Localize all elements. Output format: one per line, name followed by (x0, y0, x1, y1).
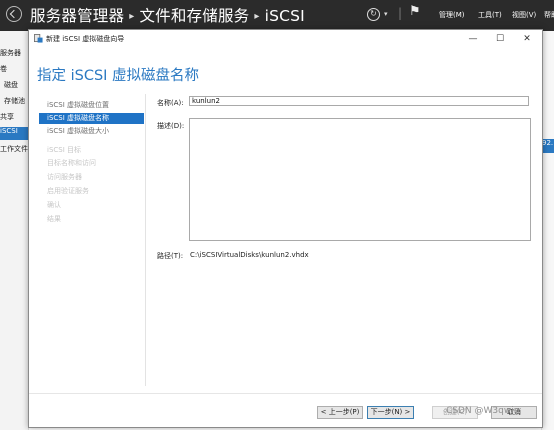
new-iscsi-virtual-disk-wizard: 新建 iSCSI 虚拟磁盘向导 — ☐ ✕ 指定 iSCSI 虚拟磁盘名称 iS… (28, 29, 543, 428)
nav-step-disk-size[interactable]: iSCSI 虚拟磁盘大小 (39, 126, 144, 137)
server-manager-header: 服务器管理器 ▸ 文件和存储服务 ▸ iSCSI ↻ ▾ | ⚑ 管理(M) 工具(T)… (0, 0, 554, 31)
back-arrow-icon[interactable] (6, 6, 22, 22)
name-input[interactable] (189, 96, 529, 106)
breadcrumb-file-storage[interactable]: 文件和存储服务 (139, 7, 249, 25)
close-icon[interactable]: ✕ (515, 31, 539, 47)
nav-step-confirmation: 确认 (47, 201, 61, 209)
menu-view[interactable]: 视图(V) (512, 10, 536, 20)
page-title: 指定 iSCSI 虚拟磁盘名称 (37, 68, 200, 84)
description-textarea[interactable] (189, 118, 531, 241)
menu-tools[interactable]: 工具(T) (478, 10, 502, 20)
nav-step-enable-authentication: 启用验证服务 (47, 187, 89, 195)
sidebar-item-volumes[interactable]: 卷 (0, 64, 28, 76)
watermark: CSDN @W3qwin (446, 406, 520, 416)
description-label: 描述(D): (157, 122, 185, 130)
next-button[interactable]: 下一步(N) > (367, 406, 414, 419)
window-title: 新建 iSCSI 虚拟磁盘向导 (46, 35, 125, 43)
wizard-app-icon (34, 34, 43, 43)
nav-step-results: 结果 (47, 215, 61, 223)
server-manager-sidebar: 服务器 卷 磁盘 存储池 共享 iSCSI 工作文件夹 (0, 31, 29, 430)
menu-manage[interactable]: 管理(M) (439, 10, 465, 20)
breadcrumb-separator-icon: ▸ (254, 11, 260, 22)
path-value: C:\iSCSIVirtualDisks\kunlun2.vhdx (190, 251, 309, 259)
chevron-down-icon[interactable]: ▾ (384, 10, 388, 18)
previous-button[interactable]: < 上一步(P) (317, 406, 363, 419)
sidebar-item-iscsi[interactable]: iSCSI (0, 127, 28, 140)
nav-step-access-servers: 访问服务器 (47, 173, 82, 181)
refresh-icon[interactable]: ↻ (367, 8, 380, 21)
sidebar-item-shares[interactable]: 共享 (0, 112, 28, 124)
breadcrumb-separator-icon: ▸ (129, 11, 135, 22)
sidebar-item-servers[interactable]: 服务器 (0, 48, 28, 60)
footer-divider (29, 393, 542, 394)
name-label: 名称(A): (157, 99, 184, 107)
nav-step-disk-name[interactable]: iSCSI 虚拟磁盘名称 (39, 113, 144, 124)
path-label: 路径(T): (157, 252, 184, 260)
nav-step-target-name-access: 目标名称和访问 (47, 159, 96, 167)
flag-icon[interactable]: ⚑ (409, 4, 421, 19)
menu-help[interactable]: 帮助 (544, 10, 554, 20)
breadcrumb: 服务器管理器 ▸ 文件和存储服务 ▸ iSCSI (30, 4, 305, 26)
nav-step-disk-location[interactable]: iSCSI 虚拟磁盘位置 (39, 100, 144, 111)
selected-row-fragment[interactable]: 92. (542, 139, 554, 153)
nav-step-iscsi-target: iSCSI 目标 (47, 146, 82, 154)
breadcrumb-server-manager[interactable]: 服务器管理器 (30, 7, 124, 25)
title-bar[interactable]: 新建 iSCSI 虚拟磁盘向导 — ☐ ✕ (29, 30, 542, 48)
sidebar-item-work-folders[interactable]: 工作文件夹 (0, 144, 28, 156)
divider: | (398, 6, 403, 20)
minimize-icon[interactable]: — (461, 31, 485, 47)
nav-divider (145, 94, 146, 386)
maximize-icon[interactable]: ☐ (488, 31, 512, 47)
breadcrumb-iscsi: iSCSI (264, 7, 305, 25)
